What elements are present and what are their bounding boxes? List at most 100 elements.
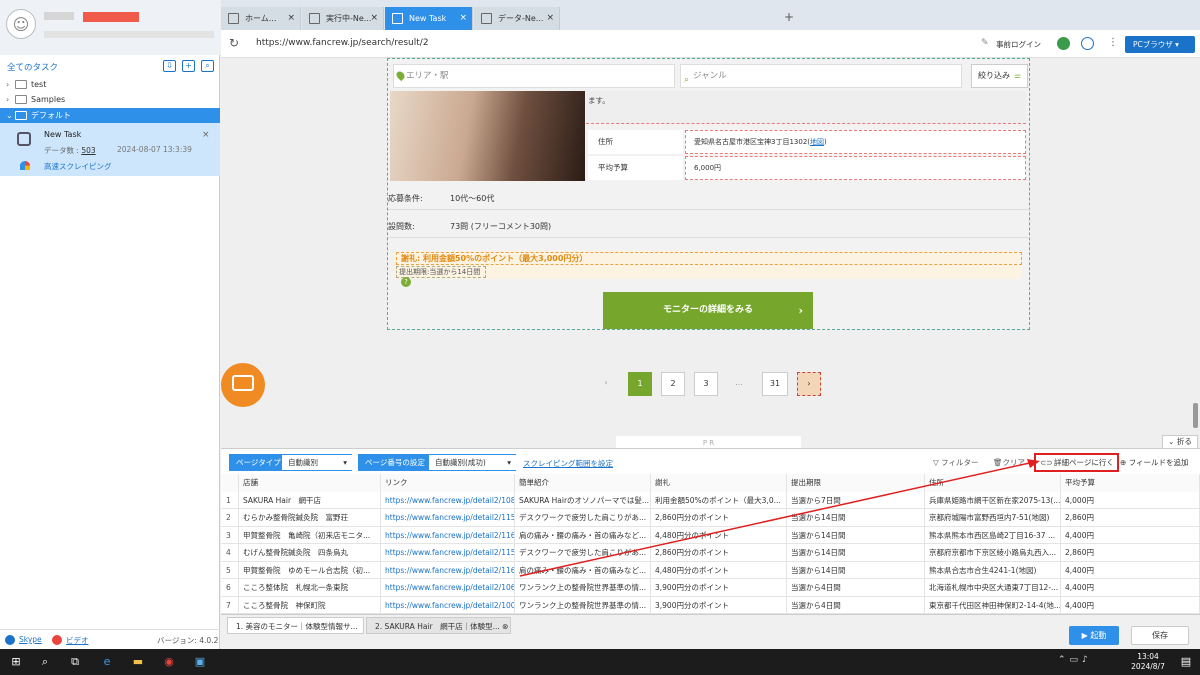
area-search-input[interactable]: エリア・駅 [393, 64, 675, 88]
clock[interactable]: 13:04 2024/8/7 [1128, 652, 1168, 672]
fast-scrape-label[interactable]: 高速スクレイピング [44, 161, 112, 172]
sliders-icon: ⚌ [1014, 71, 1022, 80]
table-cell[interactable]: https://www.fancrew.jp/detail2/11624... [381, 561, 515, 579]
octoparse-icon[interactable]: ▣ [192, 654, 208, 670]
table-row[interactable]: 6 こころ整体院 札幌北一条東院 https://www.fancrew.jp/de… [221, 579, 1200, 597]
pre-login-button[interactable]: 事前ログイン [996, 39, 1041, 50]
close-icon[interactable]: × [370, 7, 378, 30]
help-icon[interactable]: ? [401, 277, 411, 287]
data-table: 店舗 リンク 簡単紹介 謝礼 提出期限 住所 平均予算 1 SAKURA Hair 網干店 htt… [221, 474, 1200, 614]
budget-key: 平均予算 [588, 156, 683, 180]
task-card[interactable]: New Task × データ数 : 503 2024-08-07 13:3:39… [0, 123, 220, 176]
skype-link[interactable]: Skype [19, 635, 42, 644]
genre-search-input[interactable]: ⌕ ジャンル [680, 64, 962, 88]
tab-home[interactable]: ホーム... × [221, 7, 301, 30]
fold-button[interactable]: ⌄ 折る [1162, 435, 1198, 448]
new-tab-icon[interactable]: + [784, 10, 794, 24]
table-cell: こころ整体院 札幌北一条東院 [239, 579, 381, 597]
page-31[interactable]: 31 [762, 372, 788, 396]
edge-icon[interactable]: e [99, 654, 115, 670]
table-cell[interactable]: https://www.fancrew.jp/detail2/11625... [381, 526, 515, 544]
scrollbar[interactable] [1193, 403, 1198, 428]
address-bar: ↻ https://www.fancrew.jp/search/result/2… [221, 30, 1200, 58]
system-tray[interactable]: ⌃▭♪ [1058, 655, 1092, 665]
add-field-button[interactable]: ⊕ フィールドを追加 [1120, 457, 1189, 468]
column-header: 店舗 [239, 474, 381, 492]
close-icon[interactable]: × [546, 7, 554, 30]
table-cell[interactable]: https://www.fancrew.jp/detail2/10894... [381, 491, 515, 509]
filter-button[interactable]: 絞り込み ⚌ [971, 64, 1028, 88]
table-row[interactable]: 3 甲賀整骨院 亀崎院（初来店モニタ... https://www.fancrew.… [221, 526, 1200, 544]
budget-value: 6,000円 [685, 156, 1026, 180]
table-row[interactable]: 4 むげん整骨院鍼灸院 四条烏丸 https://www.fancrew.jp/de… [221, 544, 1200, 562]
table-cell: 当選から14日間 [787, 544, 925, 562]
chat-bubble-button[interactable] [221, 363, 265, 407]
close-icon[interactable]: × [459, 7, 467, 30]
plus-circle-icon: ⊕ [1120, 458, 1127, 467]
more-icon[interactable]: ⋮ [1108, 37, 1118, 48]
notification-icon[interactable]: ▤ [1178, 654, 1194, 670]
tab-data[interactable]: データ-Ne... × [474, 7, 560, 30]
tree-item-samples[interactable]: › Samples [0, 92, 220, 107]
prev-page-icon[interactable]: ‹ [594, 372, 618, 396]
extension-icon[interactable] [1057, 37, 1070, 50]
windows-start-icon[interactable]: ⊞ [8, 654, 24, 670]
add-task-icon[interactable]: + [182, 60, 195, 72]
table-row[interactable]: 1 SAKURA Hair 網干店 https://www.fancrew.jp/d… [221, 491, 1200, 509]
folder-icon [15, 111, 27, 120]
next-page-button[interactable]: › [797, 372, 821, 396]
table-cell[interactable]: https://www.fancrew.jp/detail2/11551... [381, 544, 515, 562]
import-icon[interactable]: ⇩ [163, 60, 176, 72]
pc-browser-button[interactable]: PCブラウザ ▾ [1125, 36, 1195, 53]
close-icon[interactable]: × [202, 130, 210, 140]
table-cell: 熊本県熊本市西区島崎2丁目16-37 ... [925, 526, 1061, 544]
drop-icon[interactable] [1081, 37, 1094, 50]
search-icon[interactable]: ⌕ [37, 654, 53, 670]
chrome-icon[interactable]: ◉ [161, 654, 177, 670]
page-number-select[interactable]: ページ番号の設定 自動識別(成功) ▾ [358, 454, 516, 471]
page-3[interactable]: 3 [694, 372, 718, 396]
url-field[interactable]: https://www.fancrew.jp/search/result/2 [256, 38, 429, 48]
close-icon[interactable]: × [287, 7, 295, 30]
table-cell: 熊本県合志市合生4241-1(地図) [925, 561, 1061, 579]
page-type-select[interactable]: ページタイプ 自動識別 ▾ [229, 454, 352, 471]
reload-icon[interactable]: ↻ [229, 36, 239, 50]
all-tasks-label[interactable]: 全てのタスク [7, 61, 58, 73]
file-explorer-icon[interactable]: ▬ [130, 654, 146, 670]
tree-item-default[interactable]: ⌄ デフォルト [0, 108, 220, 123]
user-avatar-icon[interactable]: ☺ [6, 9, 36, 39]
action-footer: ▶ 起動 保存 [221, 626, 1200, 649]
edit-icon[interactable]: ✎ [981, 38, 989, 48]
scrape-range-link[interactable]: スクレイピング範囲を設定 [523, 458, 613, 469]
table-cell[interactable]: https://www.fancrew.jp/detail2/11550... [381, 509, 515, 527]
page-1[interactable]: 1 [628, 372, 652, 396]
table-header-row[interactable]: 店舗 リンク 簡単紹介 謝礼 提出期限 住所 平均予算 [221, 474, 1200, 492]
tab-new-task[interactable]: New Task × [385, 7, 473, 30]
condition-value: 10代〜60代 [450, 194, 495, 203]
filter-button[interactable]: ▽ フィルター [933, 457, 979, 468]
search-task-icon[interactable]: ⌕ [201, 60, 214, 72]
task-sidebar: ☺ 全てのタスク ⇩ + ⌕ › test › Samples ⌄ デフォルト [0, 0, 220, 649]
tab-running[interactable]: 実行中-Ne... × [302, 7, 384, 30]
redacted-username [44, 12, 74, 20]
go-detail-page-button[interactable]: ⊂⊃ 詳細ページに行く [1034, 453, 1119, 472]
table-row[interactable]: 7 こころ整骨院 神保町院 https://www.fancrew.jp/detai… [221, 596, 1200, 614]
video-link[interactable]: ビデオ [66, 635, 89, 646]
clear-button[interactable]: 🗑クリア [993, 457, 1025, 468]
table-row[interactable]: 2 むらかみ整骨院鍼灸院 富野荘 https://www.fancrew.jp/de… [221, 509, 1200, 527]
tree-item-test[interactable]: › test [0, 77, 220, 92]
table-row[interactable]: 5 甲賀整骨院 ゆめモール合志院（初... https://www.fancrew.… [221, 561, 1200, 579]
table-cell: 4,400円 [1061, 526, 1200, 544]
start-button[interactable]: ▶ 起動 [1069, 626, 1119, 645]
tree-item-label: test [31, 80, 47, 89]
reward-text: 謝礼: 利用金額50%のポイント（最大3,000円分） [396, 252, 1022, 265]
task-view-icon[interactable]: ⧉ [67, 654, 83, 670]
table-cell[interactable]: https://www.fancrew.jp/detail2/10036... [381, 596, 515, 614]
view-monitor-detail-button[interactable]: モニターの詳細をみる › [603, 292, 813, 329]
data-count-value[interactable]: 503 [81, 146, 95, 155]
page-2[interactable]: 2 [661, 372, 685, 396]
table-cell: 4,400円 [1061, 561, 1200, 579]
map-link[interactable]: 地図 [810, 138, 824, 146]
table-cell[interactable]: https://www.fancrew.jp/detail2/10675... [381, 579, 515, 597]
save-button[interactable]: 保存 [1131, 626, 1189, 645]
